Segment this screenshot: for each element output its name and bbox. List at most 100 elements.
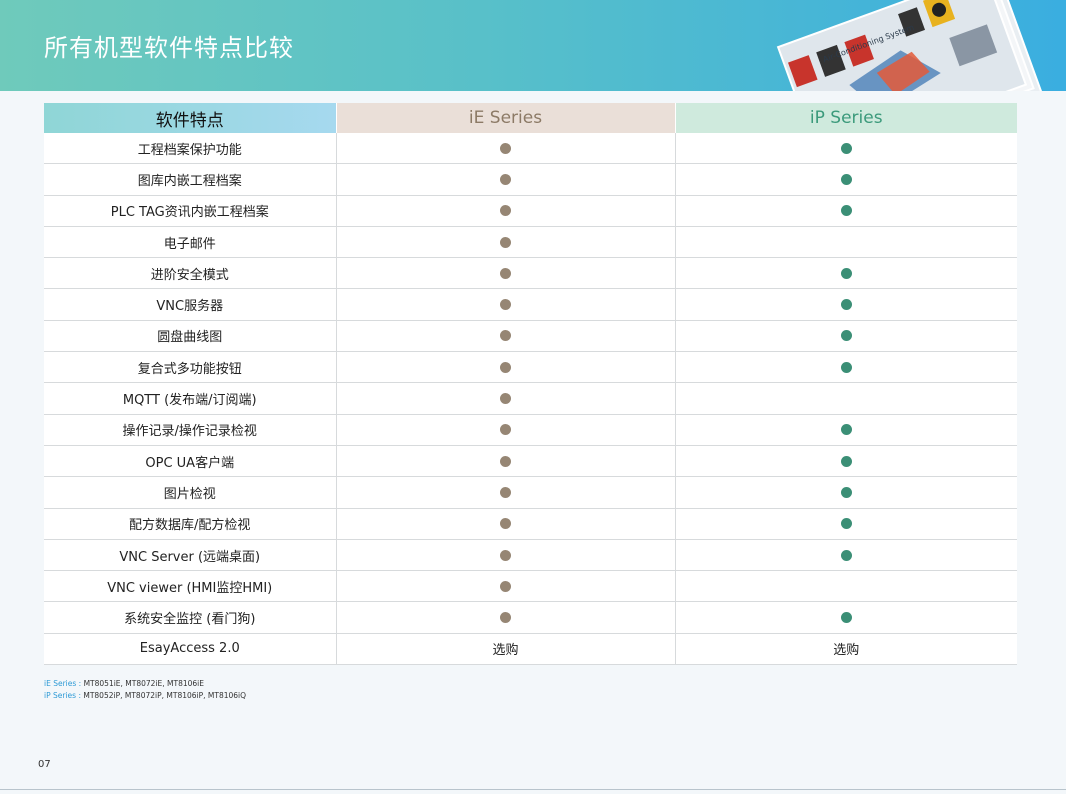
- feature-cell: 系统安全监控 (看门狗): [44, 601, 337, 634]
- table-row: OPC UA客户端: [44, 445, 1017, 478]
- ip-series-cell: [675, 601, 1017, 634]
- feature-cell: VNC服务器: [44, 288, 337, 321]
- ip-series-cell: [675, 539, 1017, 572]
- ie-series-cell: [336, 288, 676, 321]
- ip-series-cell: [675, 476, 1017, 509]
- table-row: 工程档案保护功能: [44, 133, 1017, 165]
- ie-supported-dot-icon: [500, 173, 511, 185]
- ip-series-cell: [675, 288, 1017, 321]
- table-row: VNC viewer (HMI监控HMI): [44, 570, 1017, 603]
- ie-supported-dot-icon: [500, 236, 511, 248]
- ie-option-text: 选购: [492, 643, 519, 659]
- ip-supported-dot-icon: [840, 518, 852, 530]
- ip-series-note-label: iP Series :: [44, 691, 81, 700]
- table-row: 配方数据库/配方检视: [44, 508, 1017, 540]
- ip-series-cell: [675, 226, 1017, 259]
- table-body: 工程档案保护功能 图库内嵌工程档案 PLC TAG资讯内嵌工程档案 电子邮件 进阶安全模…: [44, 133, 1017, 666]
- ip-series-cell: [675, 414, 1017, 446]
- page-title: 所有机型软件特点比较: [44, 34, 294, 62]
- ip-series-cell: [675, 163, 1017, 196]
- ie-supported-dot-icon: [500, 580, 511, 592]
- ip-supported-dot-icon: [840, 205, 852, 217]
- ip-series-cell: [675, 133, 1017, 165]
- ie-supported-dot-icon: [500, 518, 511, 530]
- table-row: MQTT (发布端/订阅端): [44, 382, 1017, 415]
- ip-supported-dot-icon: [840, 361, 852, 373]
- ip-series-cell: [675, 445, 1017, 478]
- column-header-ie-series: iE Series: [336, 103, 676, 133]
- table-row: 图片检视: [44, 476, 1017, 509]
- feature-cell: 操作记录/操作记录检视: [44, 414, 337, 446]
- ie-series-cell: [336, 570, 676, 603]
- ie-supported-dot-icon: [500, 330, 511, 342]
- comparison-table-container: 软件特点 iE Series iP Series 工程档案保护功能 图库内嵌工程档…: [44, 103, 1017, 666]
- table-row: 电子邮件: [44, 226, 1017, 259]
- brochure-cover-illustration: Air-Conditioning System: [776, 0, 1043, 91]
- page-number: 07: [38, 759, 51, 770]
- feature-cell: 进阶安全模式: [44, 257, 337, 290]
- feature-cell: 图库内嵌工程档案: [44, 163, 337, 196]
- ip-supported-dot-icon: [840, 486, 852, 498]
- ip-supported-dot-icon: [840, 330, 852, 342]
- table-row: EsayAccess 2.0 选购 选购: [44, 633, 1017, 666]
- ie-series-models: MT8051iE, MT8072iE, MT8106iE: [83, 679, 204, 688]
- table-row: PLC TAG资讯内嵌工程档案: [44, 195, 1017, 227]
- ip-series-cell: [675, 257, 1017, 290]
- ie-series-cell: [336, 226, 676, 259]
- ie-supported-dot-icon: [500, 424, 511, 436]
- column-header-feature: 软件特点: [44, 103, 337, 133]
- ip-series-cell: [675, 320, 1017, 353]
- feature-cell: 圆盘曲线图: [44, 320, 337, 353]
- feature-cell: 配方数据库/配方检视: [44, 508, 337, 540]
- table-row: 操作记录/操作记录检视: [44, 414, 1017, 446]
- feature-cell: EsayAccess 2.0: [44, 633, 337, 666]
- table-row: VNC Server (远端桌面): [44, 539, 1017, 572]
- ie-series-cell: [336, 476, 676, 509]
- ip-series-cell: 选购: [675, 633, 1017, 666]
- ip-option-text: 选购: [833, 643, 860, 659]
- ie-supported-dot-icon: [500, 486, 511, 498]
- ip-supported-dot-icon: [840, 267, 852, 279]
- feature-cell: 工程档案保护功能: [44, 133, 337, 165]
- ip-series-models: MT8052iP, MT8072iP, MT8106iP, MT8106iQ: [83, 691, 247, 700]
- table-header-row: 软件特点 iE Series iP Series: [44, 103, 1017, 133]
- ie-supported-dot-icon: [500, 393, 511, 405]
- feature-cell: VNC Server (远端桌面): [44, 539, 337, 572]
- table-row: 圆盘曲线图: [44, 320, 1017, 353]
- page-bottom-divider: [0, 789, 1066, 790]
- ie-series-cell: 选购: [336, 633, 676, 666]
- model-notes: iE Series : MT8051iE, MT8072iE, MT8106iE…: [44, 678, 246, 702]
- ie-series-cell: [336, 195, 676, 227]
- feature-cell: 图片检视: [44, 476, 337, 509]
- feature-cell: MQTT (发布端/订阅端): [44, 382, 337, 415]
- table-row: 图库内嵌工程档案: [44, 163, 1017, 196]
- ie-series-cell: [336, 382, 676, 415]
- ie-supported-dot-icon: [500, 299, 511, 311]
- ie-supported-dot-icon: [500, 612, 511, 624]
- ie-supported-dot-icon: [500, 455, 511, 467]
- ie-series-cell: [336, 539, 676, 572]
- ie-series-note: iE Series : MT8051iE, MT8072iE, MT8106iE: [44, 678, 246, 690]
- ip-series-note: iP Series : MT8052iP, MT8072iP, MT8106iP…: [44, 690, 246, 702]
- ie-series-note-label: iE Series :: [44, 679, 82, 688]
- ie-series-cell: [336, 320, 676, 353]
- ip-supported-dot-icon: [840, 549, 852, 561]
- ie-supported-dot-icon: [500, 361, 511, 373]
- software-comparison-table: 软件特点 iE Series iP Series 工程档案保护功能 图库内嵌工程档…: [44, 103, 1017, 666]
- ie-supported-dot-icon: [500, 142, 511, 154]
- ip-series-cell: [675, 570, 1017, 603]
- ie-series-cell: [336, 257, 676, 290]
- table-row: 复合式多功能按钮: [44, 351, 1017, 384]
- feature-cell: 复合式多功能按钮: [44, 351, 337, 384]
- ip-supported-dot-icon: [840, 173, 852, 185]
- feature-cell: VNC viewer (HMI监控HMI): [44, 570, 337, 603]
- ip-series-cell: [675, 195, 1017, 227]
- page-header: 所有机型软件特点比较 Air-Conditioning System: [0, 0, 1066, 91]
- feature-cell: 电子邮件: [44, 226, 337, 259]
- ip-series-cell: [675, 382, 1017, 415]
- table-row: VNC服务器: [44, 288, 1017, 321]
- feature-cell: PLC TAG资讯内嵌工程档案: [44, 195, 337, 227]
- ie-supported-dot-icon: [500, 267, 511, 279]
- ie-series-cell: [336, 351, 676, 384]
- feature-cell: OPC UA客户端: [44, 445, 337, 478]
